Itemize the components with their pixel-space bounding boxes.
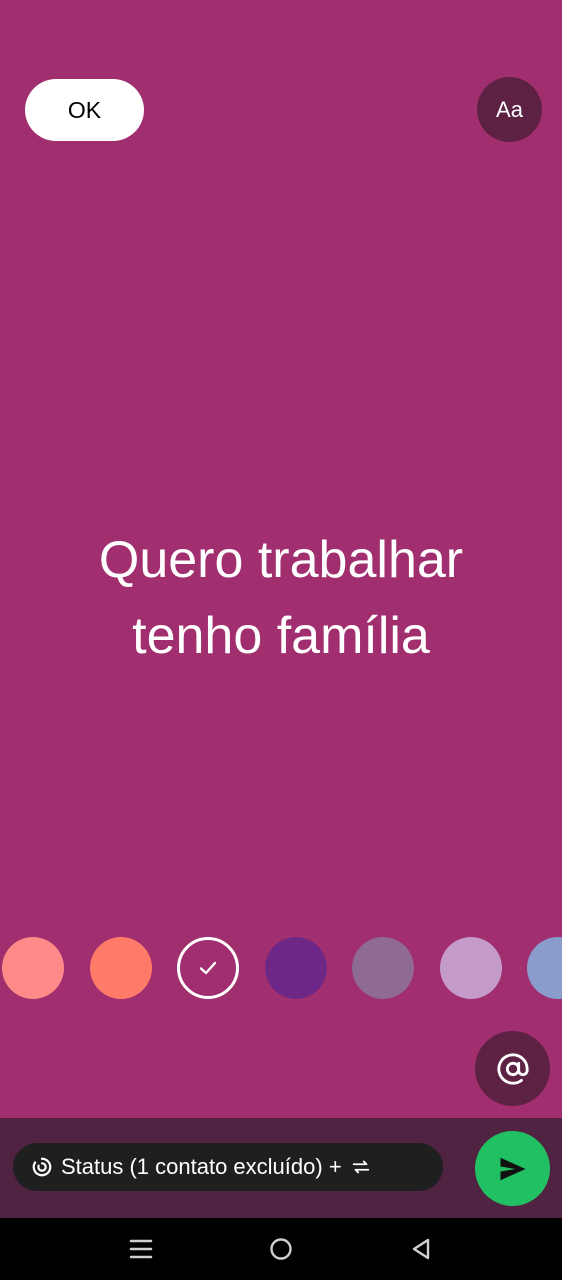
color-swatch[interactable] [177,937,239,999]
back-icon [412,1238,430,1260]
audience-selector[interactable]: Status (1 contato excluído) + [13,1143,443,1191]
recents-icon [129,1239,153,1259]
color-swatch[interactable] [89,937,152,999]
home-icon [270,1238,292,1260]
at-sign-icon [496,1052,529,1085]
send-button[interactable] [475,1131,550,1206]
status-text-line: Quero trabalhar [98,531,464,589]
color-swatch[interactable] [2,937,64,999]
color-swatch[interactable] [264,937,327,999]
color-swatch[interactable] [527,937,562,999]
home-button[interactable] [251,1218,311,1280]
status-text[interactable]: Quero trabalhar tenho família [0,522,562,674]
mention-button[interactable] [475,1031,550,1106]
send-icon [500,1157,525,1180]
color-swatch[interactable] [352,937,414,999]
status-ring-icon [32,1157,52,1177]
check-icon [199,961,217,975]
recents-button[interactable] [111,1218,171,1280]
bottom-bar: Status (1 contato excluído) + [0,1118,562,1218]
color-swatch[interactable] [439,937,502,999]
ok-button[interactable]: OK [25,79,144,141]
font-style-button[interactable]: Aa [477,77,542,142]
back-button[interactable] [391,1218,451,1280]
color-palette [0,937,562,999]
status-canvas[interactable]: OK Aa Quero trabalhar tenho família [0,0,562,1118]
audience-label: Status (1 contato excluído) + [61,1154,342,1179]
status-text-line: tenho família [132,607,430,665]
repeat-icon [350,1156,372,1178]
font-style-label: Aa [496,96,523,122]
system-navigation-bar [0,1218,562,1280]
